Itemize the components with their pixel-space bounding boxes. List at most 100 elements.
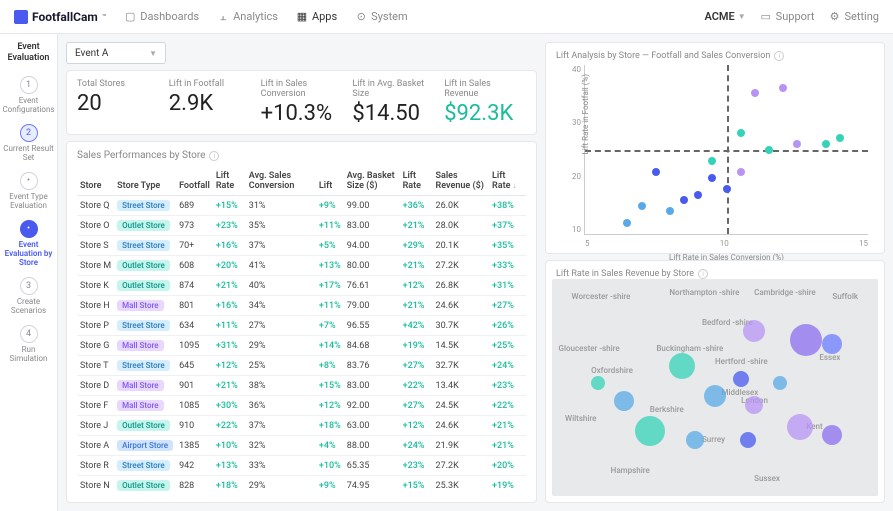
table-row[interactable]: Store O Outlet Store 973 +23% 35% +11% 8… — [77, 216, 526, 236]
map-bubble[interactable] — [745, 396, 763, 414]
table-row[interactable]: Store G Mall Store 1095 +31% 29% +14% 84… — [77, 336, 526, 356]
cell-basket: 74.95 — [344, 476, 400, 495]
column-header[interactable]: Store Type — [114, 167, 176, 196]
data-point[interactable] — [652, 168, 660, 176]
table-row[interactable]: Store P Street Store 634 +11% 27% +7% 96… — [77, 316, 526, 336]
table-row[interactable]: Store R Street Store 942 +13% 33% +10% 6… — [77, 456, 526, 476]
column-header[interactable]: Lift Rate — [213, 167, 246, 196]
column-header[interactable]: Lift — [316, 167, 344, 196]
cell-type: Outlet Store — [114, 416, 176, 436]
x-axis-ticks: 51015 — [585, 239, 868, 248]
chevron-down-icon: ▼ — [738, 12, 746, 21]
cell-basket: 83.76 — [344, 356, 400, 376]
cell-store: Store Q — [77, 196, 114, 216]
data-point[interactable] — [793, 140, 801, 148]
data-point[interactable] — [836, 134, 844, 142]
map-bubble[interactable] — [822, 334, 842, 354]
sidebar-step-event-by-store[interactable]: • Event Evaluation by Store — [0, 216, 57, 271]
table-row[interactable]: Store J Outlet Store 910 +22% 37% +18% 6… — [77, 416, 526, 436]
cell-store: Store M — [77, 256, 114, 276]
sidebar-step-result-set[interactable]: 2 Current Result Set — [0, 120, 57, 166]
column-header[interactable]: Sales Revenue ($) — [433, 167, 490, 196]
map-bubble[interactable] — [686, 431, 704, 449]
map-bubble[interactable] — [822, 425, 842, 445]
nav-system[interactable]: ⊙ System — [355, 10, 408, 23]
map-bubble[interactable] — [743, 320, 765, 342]
cell-revenue: 24.6K — [433, 416, 490, 436]
cell-lift-rate: +13% — [213, 456, 246, 476]
data-point[interactable] — [666, 207, 674, 215]
sidebar-step-configurations[interactable]: 1 Event Configurations — [0, 72, 57, 118]
table-row[interactable]: Store A Airport Store 1385 +10% 32% +4% … — [77, 436, 526, 456]
table-row[interactable]: Store D Mall Store 901 +21% 38% +15% 83.… — [77, 376, 526, 396]
column-header[interactable]: Avg. Basket Size ($) — [344, 167, 400, 196]
map-bubble[interactable] — [773, 376, 787, 390]
table-row[interactable]: Store K Outlet Store 874 +21% 40% +17% 7… — [77, 276, 526, 296]
cell-type: Outlet Store — [114, 216, 176, 236]
nav-apps[interactable]: ▦ Apps — [296, 10, 337, 23]
cell-lift-rate: +22% — [213, 416, 246, 436]
data-point[interactable] — [723, 185, 731, 193]
data-point[interactable] — [737, 168, 745, 176]
y-axis-ticks: 40302010 — [561, 65, 581, 234]
support-link[interactable]: ▭ Support — [760, 10, 815, 23]
data-point[interactable] — [680, 196, 688, 204]
cell-lift-rate-2: +42% — [400, 316, 433, 336]
data-point[interactable] — [694, 191, 702, 199]
cell-lift-rate-3: +27% — [489, 296, 526, 316]
map-title: Lift Rate in Sales Revenue by Store i — [556, 269, 874, 279]
info-icon[interactable]: i — [209, 151, 219, 161]
map-bubble[interactable] — [669, 353, 695, 379]
table-row[interactable]: Store H Mall Store 801 +16% 34% +11% 79.… — [77, 296, 526, 316]
data-point[interactable] — [708, 157, 716, 165]
map-bubble[interactable] — [635, 416, 665, 446]
step-label: Create Scenarios — [2, 297, 55, 315]
cell-lift-rate-3: +22% — [489, 396, 526, 416]
table-row[interactable]: Store F Mall Store 1085 +30% 36% +12% 92… — [77, 396, 526, 416]
event-selector[interactable]: Event A ▼ — [66, 42, 166, 64]
data-point[interactable] — [708, 174, 716, 182]
table-row[interactable]: Store T Street Store 645 +12% 25% +8% 83… — [77, 356, 526, 376]
table-row[interactable]: Store M Outlet Store 608 +20% 41% +13% 8… — [77, 256, 526, 276]
info-icon[interactable]: i — [698, 269, 708, 279]
column-header[interactable]: Store — [77, 167, 114, 196]
sidebar-step-event-type[interactable]: • Event Type Evaluation — [0, 168, 57, 214]
table-row[interactable]: Store N Outlet Store 828 +18% 29% +9% 74… — [77, 476, 526, 495]
cell-revenue: 25.3K — [433, 476, 490, 495]
column-header[interactable]: Footfall — [176, 167, 213, 196]
org-switcher[interactable]: ACME ▼ — [704, 10, 745, 23]
map-bubble[interactable] — [733, 371, 749, 387]
column-header[interactable]: Lift Rate↓ — [489, 167, 526, 196]
cell-conversion: 25% — [246, 356, 316, 376]
map-bubble[interactable] — [614, 391, 634, 411]
data-point[interactable] — [751, 89, 759, 97]
data-point[interactable] — [737, 129, 745, 137]
map-bubble[interactable] — [740, 432, 756, 448]
sidebar-step-run-simulation[interactable]: 4 Run Simulation — [0, 321, 57, 367]
cell-lift: +4% — [316, 436, 344, 456]
sidebar-step-create-scenarios[interactable]: 3 Create Scenarios — [0, 273, 57, 319]
kpi-value: $92.3K — [444, 101, 526, 126]
map-bubble[interactable] — [704, 385, 726, 407]
nav-dashboards[interactable]: ▢ Dashboards — [124, 10, 199, 23]
map-canvas[interactable]: Worcester -shireNorthampton -shireCambri… — [552, 279, 878, 496]
table-scroll[interactable]: StoreStore TypeFootfallLift RateAvg. Sal… — [77, 167, 526, 494]
info-icon[interactable]: i — [774, 51, 784, 61]
data-point[interactable] — [638, 202, 646, 210]
map-bubble[interactable] — [790, 324, 822, 356]
data-point[interactable] — [623, 219, 631, 227]
map-bubble[interactable] — [787, 414, 813, 440]
data-point[interactable] — [779, 84, 787, 92]
map-bubble[interactable] — [591, 376, 605, 390]
table-row[interactable]: Store Q Street Store 689 +15% 31% +9% 99… — [77, 196, 526, 216]
cell-lift: +12% — [316, 396, 344, 416]
kpi-card: Lift in Footfall2.9K — [169, 79, 251, 126]
data-point[interactable] — [822, 140, 830, 148]
column-header[interactable]: Lift Rate — [400, 167, 433, 196]
kpi-value: 2.9K — [169, 91, 251, 116]
table-row[interactable]: Store S Street Store 70+ +16% 37% +5% 94… — [77, 236, 526, 256]
column-header[interactable]: Avg. Sales Conversion — [246, 167, 316, 196]
data-point[interactable] — [765, 146, 773, 154]
setting-link[interactable]: ⚙ Setting — [829, 10, 880, 23]
nav-analytics[interactable]: ⫠ Analytics — [217, 10, 278, 23]
